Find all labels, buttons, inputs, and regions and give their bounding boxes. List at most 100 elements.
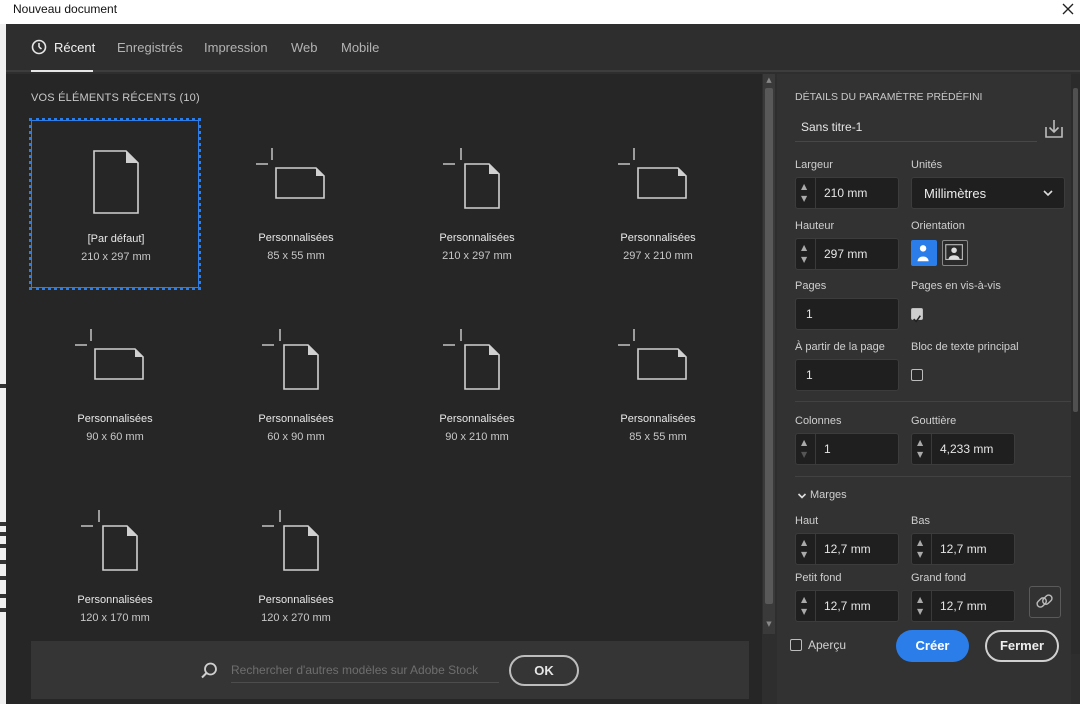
close-icon[interactable] [1056,0,1080,22]
scrollbar-thumb[interactable] [765,88,773,604]
units-select[interactable]: Millimètres [911,177,1065,209]
facing-pages-checkbox[interactable] [911,308,923,323]
portrait-custom-icon [262,329,319,390]
portrait-custom-icon [81,510,138,571]
recent-item-card[interactable]: Personnalisées 210 x 297 mm [393,120,561,288]
facing-pages-label: Pages en vis-à-vis [911,280,1001,292]
chevron-down-icon[interactable] [797,491,807,501]
recent-item-name: Personnalisées [258,594,334,606]
tab-web[interactable]: Web [291,40,318,55]
scrollbar-thumb[interactable] [1073,88,1078,412]
recent-item-name: Personnalisées [258,413,334,425]
margin-top-stepper[interactable]: ▲ ▼ [796,534,816,564]
recent-item-card[interactable]: Personnalisées 60 x 90 mm [212,301,380,469]
preset-title: DÉTAILS DU PARAMÈTRE PRÉDÉFINI [795,91,983,103]
margin-top-value: 12,7 mm [824,542,871,556]
recent-count: (10) [179,92,200,104]
gutter-field[interactable]: ▲ ▼ 4,233 mm [911,433,1015,465]
recent-item-card[interactable]: Personnalisées 90 x 210 mm [393,301,561,469]
recent-item-size: 60 x 90 mm [267,431,325,443]
save-preset-icon[interactable] [1043,118,1065,140]
tab-recent[interactable]: Récent [54,40,95,55]
scroll-up-icon[interactable]: ▲ [765,76,773,84]
columns-field[interactable]: ▲ ▼ 1 [795,433,899,465]
stock-search-input[interactable] [231,657,499,683]
link-icon [1036,594,1053,608]
margin-outside-field[interactable]: ▲ ▼ 12,7 mm [911,590,1015,622]
height-field[interactable]: ▲ ▼ 297 mm [795,238,899,270]
recent-item-size: 210 x 297 mm [81,251,151,263]
link-margins-button[interactable] [1029,586,1061,618]
panel-scrollbar[interactable] [1071,74,1080,654]
margin-outside-stepper[interactable]: ▲ ▼ [912,591,932,621]
recent-item-size: 297 x 210 mm [623,250,693,262]
recent-item-card[interactable]: [Par défaut] 210 x 297 mm [29,118,201,290]
recent-item-card[interactable]: Personnalisées 120 x 270 mm [212,482,380,650]
search-ok-button[interactable]: OK [509,655,579,686]
width-value: 210 mm [824,186,868,200]
tab-saved[interactable]: Enregistrés [117,40,183,55]
recent-item-size: 120 x 170 mm [80,612,150,624]
margin-inside-stepper[interactable]: ▲ ▼ [796,591,816,621]
portrait-custom-icon [443,148,500,209]
search-icon [201,662,217,679]
units-value: Millimètres [924,186,987,201]
width-stepper[interactable]: ▲ ▼ [796,178,816,208]
recent-item-card[interactable]: Personnalisées 90 x 60 mm [31,301,199,469]
margin-bottom-field[interactable]: ▲ ▼ 12,7 mm [911,533,1015,565]
window-titlebar: Nouveau document [0,0,1080,24]
recent-item-name: Personnalisées [620,232,696,244]
recent-item-card[interactable]: Personnalisées 297 x 210 mm [574,120,742,288]
portrait-person-icon [917,245,929,262]
columns-value: 1 [824,442,831,456]
recent-item-name: Personnalisées [77,413,153,425]
preset-details-panel: DÉTAILS DU PARAMÈTRE PRÉDÉFINI Sans titr… [777,74,1071,704]
height-stepper[interactable]: ▲ ▼ [796,239,816,269]
recent-item-size: 210 x 297 mm [442,250,512,262]
primary-text-frame-checkbox[interactable] [911,369,923,381]
recent-item-card[interactable]: Personnalisées 120 x 170 mm [31,482,199,650]
margin-top-field[interactable]: ▲ ▼ 12,7 mm [795,533,899,565]
tab-mobile[interactable]: Mobile [341,40,379,55]
pages-label: Pages [795,280,827,292]
start-page-field[interactable]: 1 [795,359,899,391]
document-name-field[interactable]: Sans titre-1 [795,116,1037,142]
close-button[interactable]: Fermer [985,630,1059,662]
columns-stepper[interactable]: ▲ ▼ [796,434,816,464]
height-value: 297 mm [824,247,868,261]
recent-item-card[interactable]: Personnalisées 85 x 55 mm [574,301,742,469]
tab-print[interactable]: Impression [204,40,268,55]
recent-item-card[interactable]: Personnalisées 85 x 55 mm [212,120,380,288]
margin-bottom-stepper[interactable]: ▲ ▼ [912,534,932,564]
start-page-value: 1 [806,368,813,382]
scroll-down-icon[interactable]: ▼ [765,620,773,628]
margin-bottom-value: 12,7 mm [940,542,987,556]
height-label: Hauteur [795,220,835,232]
width-field[interactable]: ▲ ▼ 210 mm [795,177,899,209]
tab-bar: Récent Enregistrés Impression Web Mobile [6,24,1080,72]
primary-text-frame-label: Bloc de texte principal [911,341,1019,353]
preview-checkbox[interactable] [790,639,802,651]
create-button[interactable]: Créer [896,630,969,662]
recent-item-size: 90 x 210 mm [445,431,509,443]
section-divider [795,401,1071,402]
orientation-portrait-button[interactable] [911,240,937,266]
recent-item-size: 90 x 60 mm [86,431,144,443]
orientation-landscape-button[interactable] [942,240,968,266]
checkmark-icon [913,315,921,323]
landscape-custom-icon [618,148,687,199]
margin-outside-value: 12,7 mm [940,599,987,613]
landscape-person-icon [945,244,963,261]
gutter-stepper[interactable]: ▲ ▼ [912,434,932,464]
recent-scrollbar[interactable]: ▲ ▼ [763,74,775,634]
clock-icon [31,39,47,55]
recent-item-size: 120 x 270 mm [261,612,331,624]
margins-toggle[interactable]: Marges [810,489,847,501]
recent-item-size: 85 x 55 mm [629,431,687,443]
margin-inside-field[interactable]: ▲ ▼ 12,7 mm [795,590,899,622]
gutter-label: Gouttière [911,415,957,427]
portrait-custom-icon [443,329,500,390]
pages-field[interactable]: 1 [795,298,899,330]
chevron-down-icon [1043,190,1053,197]
recent-item-size: 85 x 55 mm [267,250,325,262]
